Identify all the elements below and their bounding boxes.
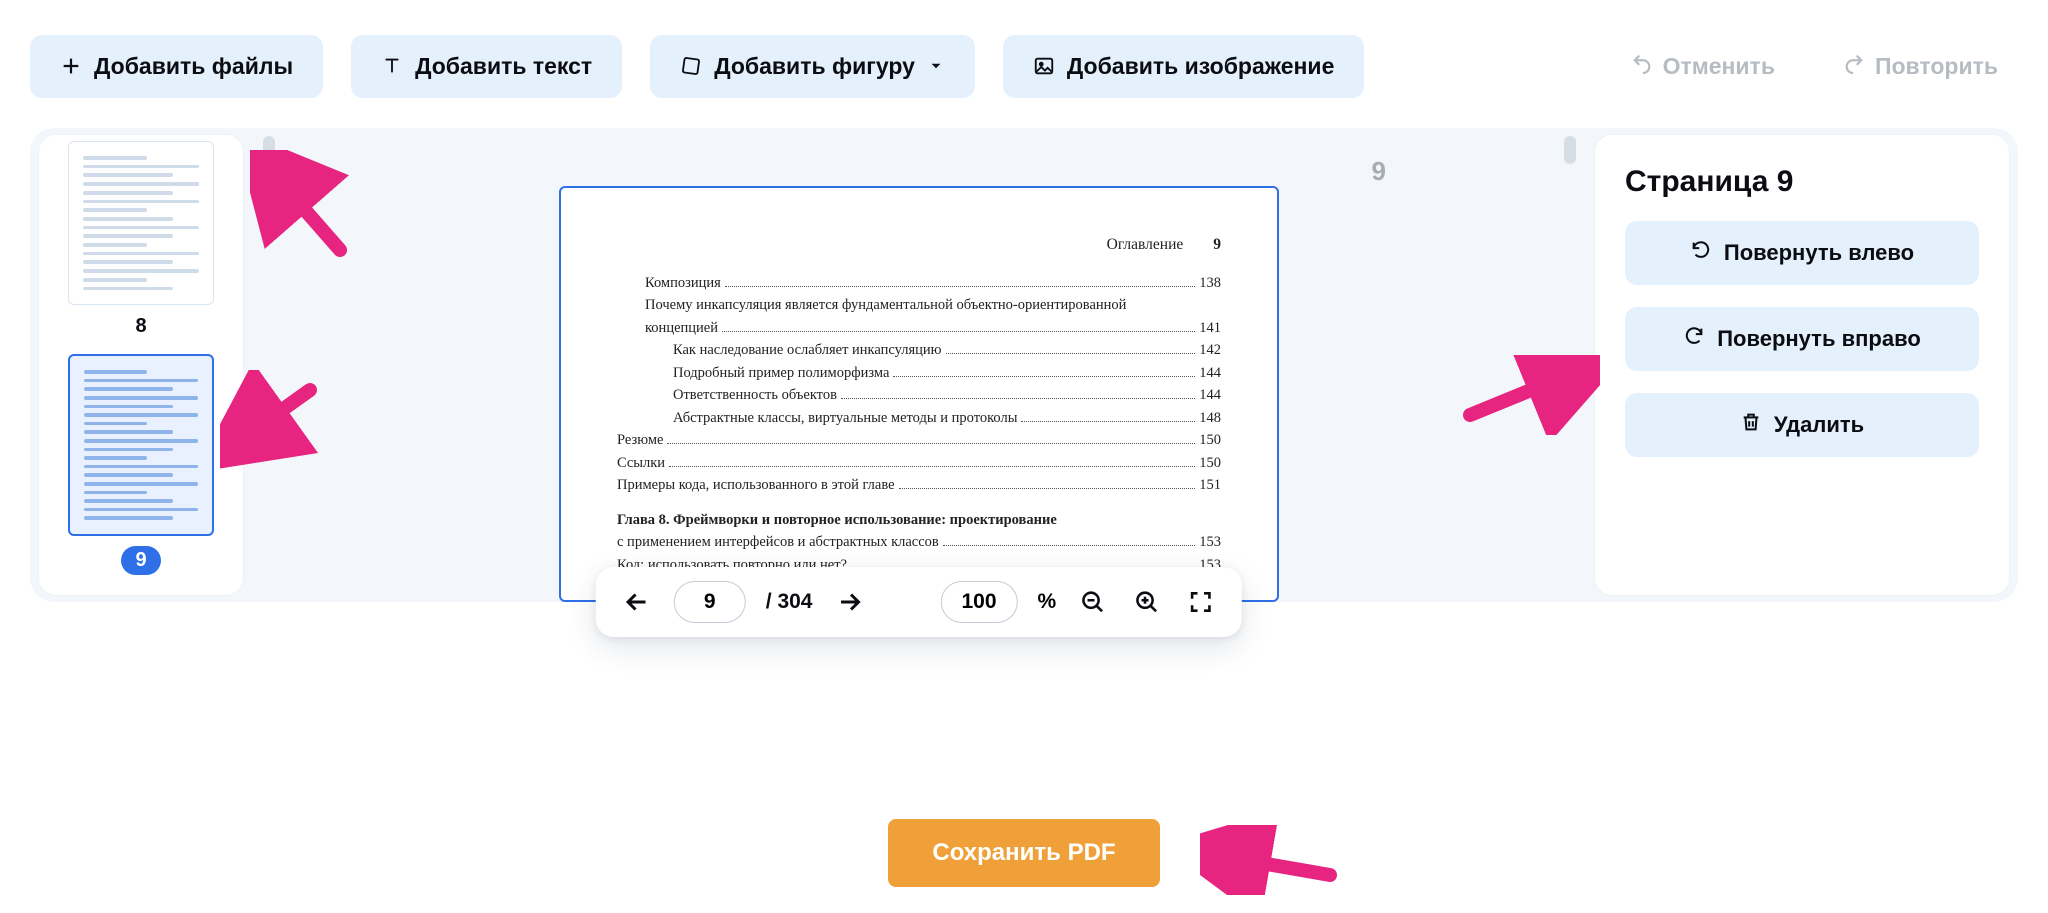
panel-title: Страница 9: [1625, 165, 1979, 199]
toc-row: Как наследование ослабляет инкапсуляцию1…: [617, 339, 1221, 361]
thumbnail-label-9: 9: [121, 546, 160, 575]
toc-row: Ссылки150: [617, 452, 1221, 474]
rotate-right-label: Повернуть вправо: [1717, 326, 1921, 352]
add-text-label: Добавить текст: [415, 53, 592, 80]
trash-icon: [1740, 411, 1762, 439]
add-image-button[interactable]: Добавить изображение: [1003, 35, 1365, 98]
rotate-right-icon: [1683, 325, 1705, 353]
editor-area: 8 9 9 Оглавление 9 Композиция138Почему и…: [30, 128, 2018, 602]
page-header: Оглавление 9: [617, 236, 1221, 254]
prev-page-button[interactable]: [620, 585, 654, 619]
toc-row: Глава 8. Фреймворки и повторное использо…: [617, 509, 1221, 531]
page-canvas[interactable]: Оглавление 9 Композиция138Почему инкапсу…: [559, 186, 1279, 602]
rotate-left-label: Повернуть влево: [1724, 240, 1914, 266]
thumbnail-page-9[interactable]: [68, 354, 214, 536]
save-pdf-button[interactable]: Сохранить PDF: [888, 819, 1159, 887]
fullscreen-button[interactable]: [1184, 585, 1218, 619]
undo-icon: [1631, 52, 1653, 80]
redo-icon: [1843, 52, 1865, 80]
add-shape-label: Добавить фигуру: [714, 53, 915, 80]
page-actions-panel: Страница 9 Повернуть влево Повернуть впр…: [1594, 134, 2010, 596]
rotate-left-button[interactable]: Повернуть влево: [1625, 221, 1979, 285]
toc-row: Примеры кода, использованного в этой гла…: [617, 474, 1221, 496]
add-files-label: Добавить файлы: [94, 53, 293, 80]
page-header-title: Оглавление: [1107, 236, 1184, 254]
undo-label: Отменить: [1663, 53, 1775, 80]
page-count: / 304: [766, 590, 813, 614]
add-image-label: Добавить изображение: [1067, 53, 1335, 80]
current-page-input[interactable]: 9: [674, 581, 746, 623]
shape-icon: [680, 55, 702, 77]
toc-list: Композиция138Почему инкапсуляция являетс…: [617, 272, 1221, 602]
chevron-down-icon: [927, 57, 945, 75]
zoom-unit: %: [1038, 590, 1057, 614]
save-pdf-label: Сохранить PDF: [932, 839, 1115, 866]
delete-page-button[interactable]: Удалить: [1625, 393, 1979, 457]
zoom-out-button[interactable]: [1076, 585, 1110, 619]
thumbnail-page-8[interactable]: [68, 141, 214, 305]
toc-row: Композиция138: [617, 272, 1221, 294]
page-number-indicator: 9: [1372, 156, 1386, 187]
page-header-number: 9: [1213, 236, 1221, 254]
image-icon: [1033, 55, 1055, 77]
toc-row: Абстрактные классы, виртуальные методы и…: [617, 407, 1221, 429]
add-shape-button[interactable]: Добавить фигуру: [650, 35, 975, 98]
toc-row: концепцией141: [617, 317, 1221, 339]
text-icon: [381, 55, 403, 77]
toc-row: Резюме150: [617, 429, 1221, 451]
next-page-button[interactable]: [832, 585, 866, 619]
toc-row: Ответственность объектов144: [617, 384, 1221, 406]
rotate-right-button[interactable]: Повернуть вправо: [1625, 307, 1979, 371]
bottom-bar: Сохранить PDF: [0, 793, 2048, 913]
toc-row: Почему инкапсуляция является фундаментал…: [617, 294, 1221, 316]
page-viewer: 9 Оглавление 9 Композиция138Почему инкап…: [244, 128, 1594, 602]
toc-row: с применением интерфейсов и абстрактных …: [617, 531, 1221, 553]
add-text-button[interactable]: Добавить текст: [351, 35, 622, 98]
toc-row: Подробный пример полиморфизма144: [617, 362, 1221, 384]
zoom-input[interactable]: 100: [940, 581, 1017, 623]
plus-icon: [60, 55, 82, 77]
undo-button: Отменить: [1611, 34, 1795, 98]
page-control-bar: 9 / 304 100 %: [596, 567, 1242, 637]
zoom-in-button[interactable]: [1130, 585, 1164, 619]
redo-label: Повторить: [1875, 53, 1998, 80]
add-files-button[interactable]: Добавить файлы: [30, 35, 323, 98]
thumbnails-panel: 8 9: [38, 134, 244, 596]
rotate-left-icon: [1690, 239, 1712, 267]
top-toolbar: Добавить файлы Добавить текст Добавить ф…: [0, 0, 2048, 128]
thumbnail-label-8: 8: [135, 315, 146, 338]
redo-button: Повторить: [1823, 34, 2018, 98]
delete-label: Удалить: [1774, 412, 1864, 438]
